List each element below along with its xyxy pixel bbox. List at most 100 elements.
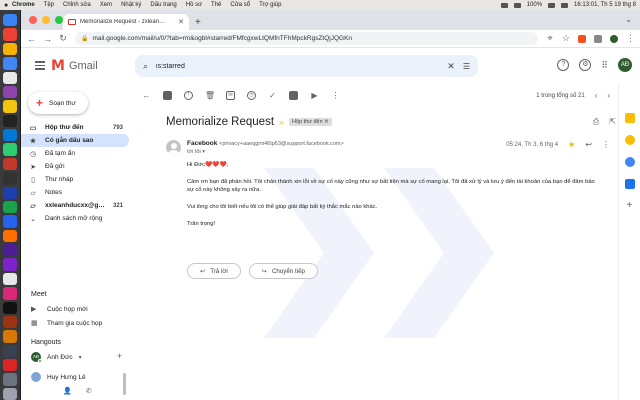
forward-button[interactable]: ↪ Chuyển tiếp bbox=[248, 263, 318, 279]
app-icon-green2[interactable] bbox=[3, 200, 17, 214]
menu-file[interactable]: Tệp bbox=[44, 2, 54, 8]
important-marker-icon[interactable]: » bbox=[279, 117, 284, 127]
app-icon-red[interactable] bbox=[3, 28, 17, 41]
mark-unread-icon[interactable]: ✉ bbox=[226, 90, 235, 100]
nav-item-more[interactable]: ⌄ Danh sách mở rộng bbox=[21, 212, 129, 225]
app-icon-orange[interactable] bbox=[3, 330, 17, 343]
main-menu-icon[interactable] bbox=[35, 61, 45, 72]
back-icon[interactable]: ← bbox=[27, 34, 36, 44]
reload-icon[interactable]: ↻ bbox=[59, 33, 67, 44]
chevron-down-icon[interactable]: ▾ bbox=[79, 354, 82, 361]
account-avatar[interactable]: AĐ bbox=[618, 58, 632, 72]
previous-email-icon[interactable]: ‹ bbox=[595, 91, 598, 100]
nav-item-snoozed[interactable]: ◷ Đã tạm ẩn bbox=[21, 147, 129, 160]
close-tab-icon[interactable]: ✕ bbox=[178, 18, 184, 26]
menu-view[interactable]: Xem bbox=[100, 2, 112, 8]
menu-profiles[interactable]: Hồ sơ bbox=[186, 2, 202, 8]
snooze-icon[interactable]: ◷ bbox=[247, 90, 256, 100]
app-icon-violet[interactable] bbox=[3, 258, 17, 271]
menu-history[interactable]: Nhật ký bbox=[121, 2, 141, 8]
menu-tab[interactable]: Thẻ bbox=[211, 2, 221, 8]
label-icon[interactable]: ▶ bbox=[310, 91, 319, 100]
menu-app-name[interactable]: Chrome bbox=[12, 2, 35, 8]
app-icon-brown[interactable] bbox=[3, 315, 17, 329]
next-email-icon[interactable]: › bbox=[607, 91, 610, 100]
app-icon-yellow[interactable] bbox=[3, 100, 17, 113]
app-icon-darkred[interactable] bbox=[3, 157, 17, 171]
nav-item-starred[interactable]: ★ Có gắn dấu sao bbox=[21, 134, 129, 147]
phone-icon[interactable]: ✆ bbox=[86, 387, 92, 395]
nav-item-inbox[interactable]: ▭ Hộp thư đến 793 bbox=[21, 121, 129, 134]
app-icon-dark[interactable] bbox=[3, 172, 17, 185]
more-options-icon[interactable]: ⋮ bbox=[602, 140, 610, 149]
recipient-line[interactable]: tới tôi ▾ bbox=[187, 149, 205, 155]
apple-icon[interactable]: ● bbox=[4, 2, 12, 9]
address-bar[interactable]: 🔒 mail.google.com/mail/u/0/?tab=rm&ogbl#… bbox=[75, 32, 538, 45]
tab-gmail[interactable]: Memorialize Request - zxlean… ✕ bbox=[63, 14, 189, 30]
inbox-label-chip[interactable]: Hộp thư đến ✕ bbox=[289, 118, 332, 126]
app-icon-pink[interactable] bbox=[3, 287, 17, 300]
wifi-icon[interactable] bbox=[513, 2, 521, 8]
trash-app-icon[interactable] bbox=[3, 387, 17, 400]
nav-item-notes[interactable]: ▱ Notes bbox=[21, 186, 129, 199]
new-tab-button[interactable]: + bbox=[195, 17, 201, 28]
contacts-icon[interactable] bbox=[624, 179, 635, 189]
nav-item-sent[interactable]: ➤ Đã gửi bbox=[21, 160, 129, 173]
keep-icon[interactable] bbox=[624, 135, 635, 145]
battery-icon[interactable] bbox=[548, 2, 556, 8]
hangouts-me[interactable]: AĐ Anh Đức ▾ bbox=[31, 352, 82, 363]
report-spam-icon[interactable]: ! bbox=[184, 90, 193, 100]
tasks-icon[interactable] bbox=[624, 157, 635, 167]
nav-item-drafts[interactable]: ▯ Thư nháp bbox=[21, 173, 129, 186]
premiere-app-icon[interactable] bbox=[3, 244, 17, 257]
menu-window[interactable]: Cửa sổ bbox=[230, 2, 250, 8]
calendar-icon[interactable] bbox=[624, 113, 635, 123]
print-icon[interactable]: ⎙ bbox=[593, 117, 599, 127]
move-to-icon[interactable] bbox=[289, 90, 298, 100]
forward-icon[interactable]: → bbox=[43, 34, 52, 44]
app-icon-light[interactable] bbox=[3, 272, 17, 286]
lock-icon[interactable]: 🔒 bbox=[81, 35, 88, 42]
new-meeting-button[interactable]: ▶ Cuộc họp mới bbox=[31, 305, 88, 314]
reply-icon[interactable]: ↩ bbox=[585, 140, 592, 149]
app-icon-green[interactable] bbox=[3, 143, 17, 156]
app-icon-gray[interactable] bbox=[3, 344, 17, 357]
profile-avatar[interactable] bbox=[610, 34, 618, 43]
app-icon-red2[interactable] bbox=[3, 359, 17, 372]
reply-button[interactable]: ↩ Trả lời bbox=[187, 263, 241, 279]
clear-search-icon[interactable]: ✕ bbox=[447, 61, 455, 72]
star-icon[interactable]: ★ bbox=[568, 140, 575, 149]
back-to-list-icon[interactable]: ← bbox=[142, 91, 151, 100]
share-icon[interactable]: ⌖ bbox=[546, 33, 554, 44]
settings-gear-icon[interactable]: ⚙ bbox=[579, 59, 592, 71]
app-icon-purple[interactable] bbox=[3, 85, 17, 99]
tab-search-icon[interactable]: ⌄ bbox=[625, 15, 632, 24]
join-meeting-button[interactable]: ▦ Tham gia cuộc họp bbox=[31, 319, 102, 328]
nav-scrollbar[interactable] bbox=[123, 373, 126, 395]
help-icon[interactable]: ? bbox=[557, 59, 570, 71]
app-icon-blue[interactable] bbox=[3, 57, 17, 70]
sender-name[interactable]: Facebook bbox=[187, 140, 217, 147]
finder-app-icon[interactable] bbox=[3, 14, 17, 27]
zoom-window-button[interactable] bbox=[55, 16, 63, 24]
app-icon-black[interactable] bbox=[3, 114, 17, 127]
nav-item-account-label[interactable]: ▱ xxleanhducxx@g… 321 bbox=[21, 199, 129, 212]
chrome-menu-icon[interactable]: ⋮ bbox=[626, 33, 635, 44]
person-icon[interactable]: 👤 bbox=[63, 387, 72, 395]
add-contact-icon[interactable]: + bbox=[117, 351, 122, 361]
chrome-app-icon[interactable] bbox=[3, 42, 17, 56]
menu-edit[interactable]: Chỉnh sửa bbox=[63, 2, 91, 8]
minimize-window-button[interactable] bbox=[42, 16, 50, 24]
archive-icon[interactable] bbox=[163, 90, 172, 100]
search-icon[interactable] bbox=[561, 2, 569, 8]
more-options-icon[interactable]: ⋮ bbox=[331, 91, 340, 100]
app-icon-gray2[interactable] bbox=[3, 373, 17, 386]
search-input[interactable] bbox=[156, 62, 440, 70]
gmail-logo[interactable]: M Gmail bbox=[51, 58, 98, 74]
bookmark-star-icon[interactable]: ☆ bbox=[562, 33, 570, 44]
apps-grid-icon[interactable]: ⠿ bbox=[601, 60, 608, 71]
hangouts-contact[interactable]: Huy Hưng Lê bbox=[31, 372, 86, 382]
close-window-button[interactable] bbox=[29, 16, 37, 24]
menubar-clock[interactable]: 16:13:01, Th 5 19 thg 8 bbox=[574, 2, 636, 8]
vscode-app-icon[interactable] bbox=[3, 129, 17, 142]
